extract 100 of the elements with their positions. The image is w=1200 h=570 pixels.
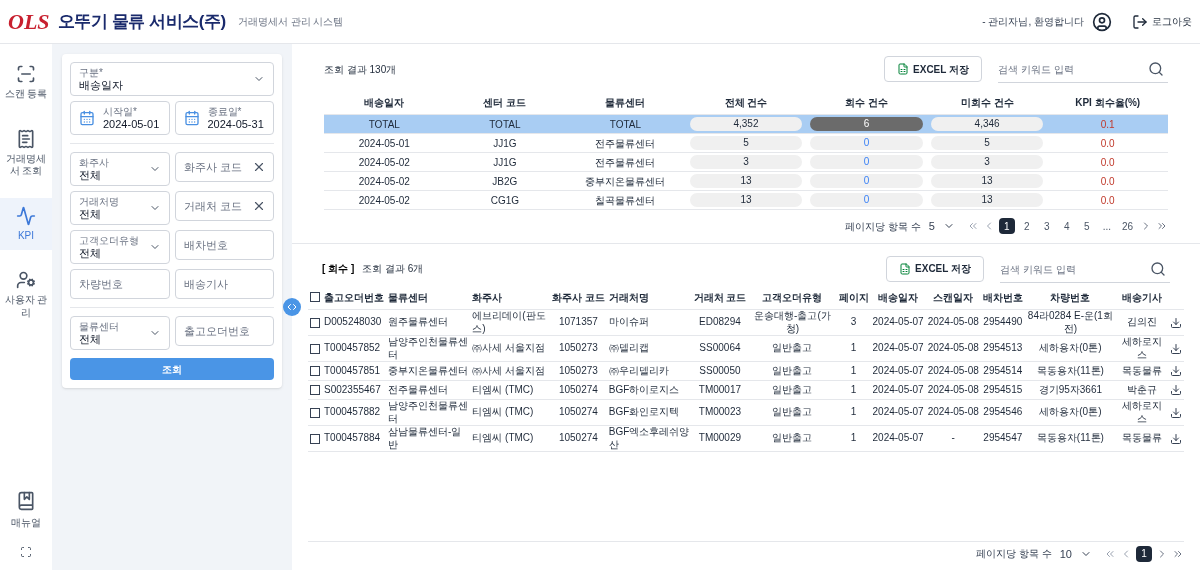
search-field[interactable]: 검색 키워드 입력 <box>1000 256 1170 283</box>
row-checkbox[interactable] <box>310 407 320 418</box>
nav-item[interactable]: KPI <box>0 197 52 250</box>
table-cell-text: 2024-05-02 <box>357 193 411 208</box>
table-cell-text: JJ1G <box>492 155 518 170</box>
download-icon[interactable] <box>1169 384 1182 396</box>
row-checkbox[interactable] <box>310 433 320 444</box>
table-cell-text: 0.0 <box>1099 136 1116 151</box>
nav-item[interactable]: 거래명세서 조회 <box>0 120 52 186</box>
table-cell-text: 0.1 <box>1099 117 1116 132</box>
user-avatar-icon[interactable] <box>1092 11 1112 32</box>
column-header: 배송일자 <box>870 285 926 310</box>
table-cell: 티엠씨 (TMC) <box>470 425 550 452</box>
table-cell-text: TOTAL <box>367 117 401 132</box>
page-button[interactable]: 1 <box>998 218 1015 235</box>
table-cell: 1050274 <box>550 399 607 426</box>
text-field[interactable]: 화주사 코드 <box>174 152 274 182</box>
page-button[interactable]: 5 <box>1078 218 1095 235</box>
page-button[interactable]: 26 <box>1118 218 1136 235</box>
table-cell: ED08294 <box>691 309 749 336</box>
table-row[interactable]: 2024-05-02 CG1G 칠곡물류센터 13 0 13 0.0 <box>324 190 1168 209</box>
page-button[interactable]: 3 <box>1038 218 1055 235</box>
field-label: 물류센터 <box>79 321 119 332</box>
table-cell-text: 전주물류센터 <box>594 136 657 151</box>
select-field[interactable]: 화주사 전체 <box>70 152 170 186</box>
clear-icon[interactable] <box>252 160 266 174</box>
table-row[interactable]: 2024-05-01 JJ1G 전주물류센터 5 0 5 0.0 <box>324 133 1168 152</box>
date-field[interactable]: 종료일* 2024-05-31 <box>174 101 274 135</box>
nav-item[interactable]: 매뉴얼 <box>11 491 41 530</box>
spreadsheet-icon <box>899 262 912 275</box>
column-header: 거래처명 <box>606 285 692 310</box>
row-checkbox[interactable] <box>310 317 320 328</box>
nav-item[interactable]: 사용자 관리 <box>0 262 52 327</box>
spreadsheet-icon <box>897 63 910 75</box>
select-field[interactable]: 물류센터 전체 <box>70 316 170 350</box>
text-field[interactable]: 차량번호 <box>70 269 170 299</box>
collapse-toggle-icon[interactable] <box>283 298 301 316</box>
text-field[interactable]: 거래처 코드 <box>174 191 274 221</box>
select-field[interactable]: 고객오더유형 전체 <box>70 230 170 264</box>
count-pill: 13 <box>689 174 803 188</box>
table-cell: 원주물류센터 <box>386 309 471 336</box>
excel-save-button[interactable]: EXCEL 저장 <box>884 56 982 82</box>
table-cell: 일반출고 <box>748 425 837 452</box>
download-icon[interactable] <box>1169 342 1182 355</box>
nav-item[interactable]: 스캔 등록 <box>0 56 52 109</box>
row-checkbox[interactable] <box>310 385 320 395</box>
download-icon[interactable] <box>1169 432 1182 445</box>
count-pill: 13 <box>930 193 1044 207</box>
download-icon[interactable] <box>1169 316 1182 329</box>
line-chart-icon <box>16 205 36 226</box>
page-button[interactable]: 1 <box>1136 545 1152 562</box>
clear-icon[interactable] <box>252 199 266 213</box>
table-cell-text: TOTAL <box>608 117 643 132</box>
table-cell: 1071357 <box>550 309 607 336</box>
logout-button[interactable]: 로그아웃 <box>1132 13 1192 30</box>
table-cell: 2024-05-08 <box>925 361 981 381</box>
per-page-select[interactable]: 10 <box>1055 545 1076 562</box>
table-cell-text: TOTAL <box>488 117 522 132</box>
per-page-label: 페이지당 항목 수 <box>845 219 921 234</box>
row-checkbox[interactable] <box>310 343 320 354</box>
select-field[interactable]: 구분* 배송일자 <box>70 62 274 96</box>
count-pill: 4,346 <box>930 117 1044 131</box>
table-cell: 1 <box>836 399 871 426</box>
table-cell: 2024-05-07 <box>870 335 926 362</box>
table-cell: 목동용차(11톤) <box>1024 425 1116 452</box>
table-cell: 2024-05-07 <box>870 361 926 381</box>
table-row[interactable]: 2024-05-02 JB2G 중부지온물류센터 13 0 13 0.0 <box>324 171 1168 190</box>
table-cell: - <box>925 425 981 452</box>
download-icon[interactable] <box>1169 365 1182 377</box>
column-header: 미회수 건수 <box>959 95 1015 110</box>
text-field[interactable]: 배송기사 <box>174 269 274 299</box>
row-checkbox[interactable] <box>310 366 320 376</box>
table-row[interactable]: 2024-05-02 JJ1G 전주물류센터 3 0 3 0.0 <box>324 152 1168 171</box>
excel-save-button[interactable]: EXCEL 저장 <box>886 255 984 282</box>
table-cell: 1 <box>836 361 871 381</box>
count-pill: 0 <box>810 193 923 207</box>
company-name: 오뚜기 물류 서비스(주) <box>57 10 226 33</box>
table-cell: 삼남물류센터-일반 <box>386 425 471 452</box>
text-field[interactable]: 배차번호 <box>174 230 274 260</box>
text-field[interactable]: 출고오더번호 <box>174 316 274 346</box>
table-cell-text: 0.0 <box>1099 174 1116 189</box>
column-header: 출고오더번호 <box>322 285 386 310</box>
date-field[interactable]: 시작일* 2024-05-01 <box>70 101 170 135</box>
table-row[interactable]: TOTAL TOTAL TOTAL 4,352 6 4,346 0.1 <box>324 114 1168 133</box>
fullscreen-icon[interactable] <box>20 546 32 558</box>
page-button[interactable]: ... <box>1098 218 1115 235</box>
search-field[interactable]: 검색 키워드 입력 <box>998 57 1168 83</box>
per-page-select[interactable]: 5 <box>924 218 939 235</box>
table-cell: T000457884 <box>322 425 386 452</box>
select-all-checkbox[interactable] <box>310 292 320 303</box>
table-cell-text: 전주물류센터 <box>594 155 657 170</box>
download-icon[interactable] <box>1169 406 1182 419</box>
count-pill: 3 <box>689 155 803 169</box>
table-cell: 일반출고 <box>748 380 837 400</box>
table-cell: 1 <box>836 335 871 362</box>
select-field[interactable]: 거래처명 전체 <box>70 191 170 225</box>
table-cell: TM00017 <box>691 380 749 400</box>
page-button[interactable]: 4 <box>1058 218 1075 235</box>
page-button[interactable]: 2 <box>1018 218 1035 235</box>
table-cell-text: 2024-05-02 <box>357 174 411 189</box>
